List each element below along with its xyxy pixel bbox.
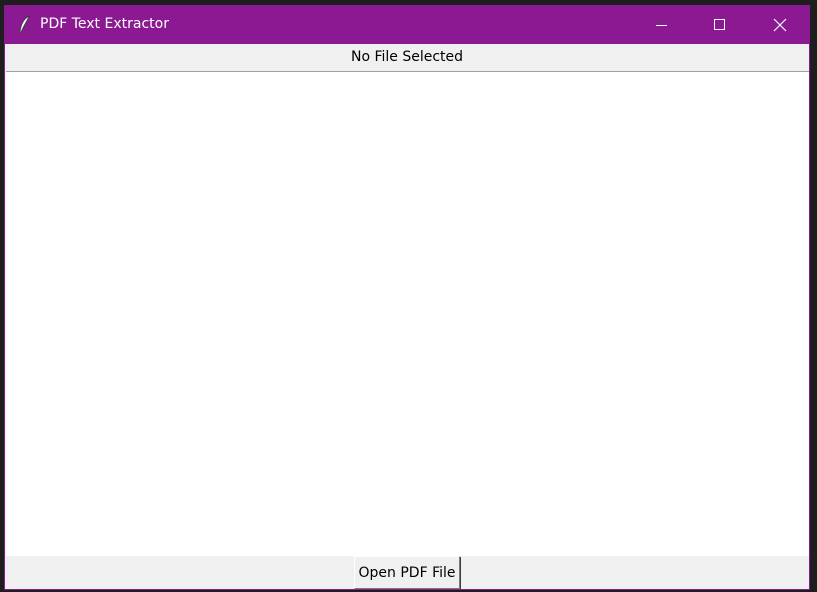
- app-window: PDF Text Extractor No File Selected Open…: [4, 5, 810, 590]
- desktop-background: PDF Text Extractor No File Selected Open…: [0, 0, 817, 592]
- minimize-button[interactable]: [633, 6, 691, 44]
- maximize-button[interactable]: [691, 6, 749, 44]
- extracted-text-area[interactable]: [6, 71, 809, 556]
- bottom-bar: Open PDF File: [5, 556, 809, 589]
- file-status-label: No File Selected: [5, 44, 809, 71]
- minimize-icon: [656, 19, 668, 31]
- open-pdf-button[interactable]: Open PDF File: [354, 556, 460, 589]
- close-button[interactable]: [751, 6, 809, 44]
- feather-icon: [18, 15, 32, 35]
- close-icon: [773, 18, 787, 32]
- title-bar[interactable]: PDF Text Extractor: [5, 6, 809, 44]
- maximize-icon: [714, 19, 726, 31]
- window-title: PDF Text Extractor: [40, 16, 169, 32]
